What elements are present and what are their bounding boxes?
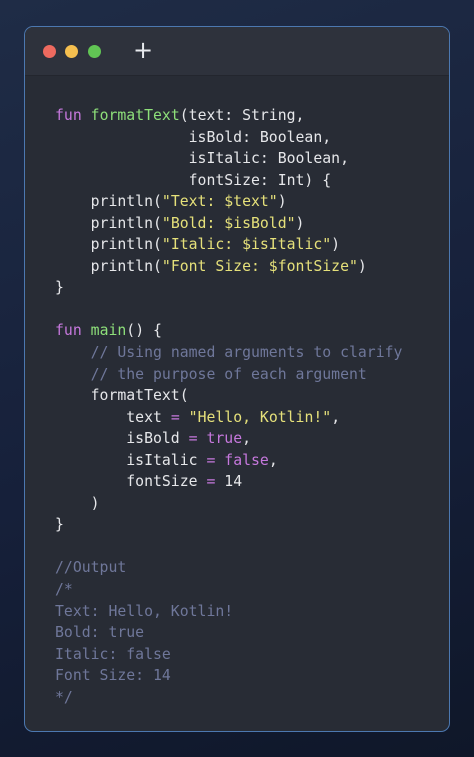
code-token: , <box>331 408 341 426</box>
code-line: fontSize = 14 <box>55 471 402 493</box>
code-line: //Output <box>55 557 402 579</box>
code-token: fontSize: Int) { <box>55 171 332 189</box>
code-token: text <box>55 408 171 426</box>
code-line: ) <box>55 493 402 515</box>
code-line: /* <box>55 579 402 601</box>
code-token: isBold: Boolean, <box>55 128 332 146</box>
code-editor[interactable]: fun formatText(text: String, isBold: Boo… <box>55 105 402 708</box>
code-token: ) <box>331 236 341 254</box>
code-token: , <box>242 430 252 448</box>
code-line: */ <box>55 687 402 709</box>
code-line: Text: Hello, Kotlin! <box>55 601 402 623</box>
code-token: 14 <box>215 473 243 491</box>
code-line: isItalic: Boolean, <box>55 148 402 170</box>
code-line: Italic: false <box>55 644 402 666</box>
code-line: Font Size: 14 <box>55 665 402 687</box>
code-token: /* <box>55 581 73 599</box>
code-token: isItalic <box>55 451 207 469</box>
code-token: println( <box>55 236 162 254</box>
code-window: + fun formatText(text: String, isBold: B… <box>24 26 450 732</box>
code-token: ) <box>55 494 100 512</box>
code-token: Italic: false <box>55 645 171 663</box>
code-token: (text: String, <box>179 107 305 124</box>
maximize-window-button[interactable] <box>88 45 101 58</box>
code-line: // the purpose of each argument <box>55 364 402 386</box>
code-token: } <box>55 279 64 297</box>
code-token: = <box>188 430 198 448</box>
code-token: ) <box>295 214 305 232</box>
code-token: false <box>224 451 269 469</box>
code-token: } <box>55 516 64 534</box>
code-token: println( <box>55 214 162 232</box>
code-token: isItalic: Boolean, <box>55 150 349 168</box>
code-token: */ <box>55 688 73 706</box>
minimize-window-button[interactable] <box>65 45 78 58</box>
code-token: // Using named arguments to clarify <box>90 344 403 362</box>
code-token: "Font Size: $fontSize" <box>161 257 358 275</box>
code-line: println("Bold: $isBold") <box>55 213 402 235</box>
code-token: fontSize <box>55 473 207 491</box>
close-window-button[interactable] <box>43 45 56 58</box>
new-tab-button[interactable]: + <box>133 37 153 63</box>
code-line: Bold: true <box>55 622 402 644</box>
code-token: formatText <box>90 107 180 124</box>
code-line: fun main() { <box>55 320 402 342</box>
code-token: isBold <box>55 430 189 448</box>
code-token: //Output <box>55 559 127 577</box>
code-line: isBold: Boolean, <box>55 127 402 149</box>
code-token: // the purpose of each argument <box>90 365 367 383</box>
code-token: "Italic: $isItalic" <box>161 236 332 254</box>
code-token: = <box>170 408 180 426</box>
code-token: println( <box>55 193 162 211</box>
code-line: // Using named arguments to clarify <box>55 342 403 364</box>
code-token: "Bold: $isBold" <box>161 214 296 232</box>
code-token: Text: Hello, Kotlin! <box>55 602 234 620</box>
code-line: println("Text: $text") <box>55 191 402 213</box>
code-line: fontSize: Int) { <box>55 170 402 192</box>
code-token: Font Size: 14 <box>55 667 171 685</box>
code-line: } <box>55 277 402 299</box>
code-token: println( <box>55 257 162 275</box>
code-token: , <box>268 451 278 469</box>
code-line: fun formatText(text: String, <box>55 105 402 127</box>
code-token: true <box>206 430 243 448</box>
code-line: isBold = true, <box>55 428 402 450</box>
code-line: isItalic = false, <box>55 450 402 472</box>
code-line: formatText( <box>55 385 402 407</box>
code-token: main <box>90 322 127 340</box>
code-token: () { <box>126 322 162 340</box>
title-bar: + <box>25 27 449 76</box>
code-line: println("Italic: $isItalic") <box>55 234 402 256</box>
code-token: Bold: true <box>55 624 145 642</box>
code-token: fun <box>55 322 82 340</box>
code-token: "Text: $text" <box>161 193 278 211</box>
code-token: ) <box>357 257 367 275</box>
code-token: formatText( <box>55 387 189 405</box>
code-token: ) <box>277 193 287 211</box>
code-token: fun <box>55 107 82 124</box>
code-line: text = "Hello, Kotlin!", <box>55 407 402 429</box>
code-token: "Hello, Kotlin!" <box>188 408 332 426</box>
code-line: } <box>55 514 402 536</box>
code-line: println("Font Size: $fontSize") <box>55 256 402 278</box>
